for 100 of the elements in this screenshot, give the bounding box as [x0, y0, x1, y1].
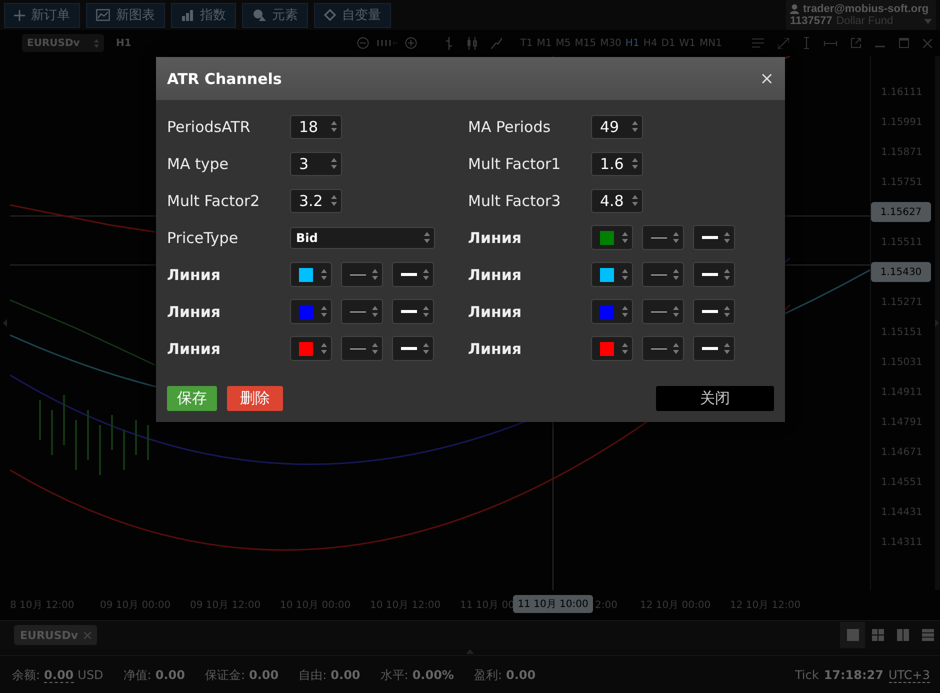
spinner-icon[interactable]	[331, 121, 337, 132]
spinner-icon[interactable]	[724, 269, 730, 280]
timeframe-button[interactable]: H1	[623, 38, 642, 48]
param-label: Линия	[468, 340, 522, 358]
spinner-icon[interactable]	[673, 343, 679, 354]
param-label: Линия	[468, 302, 522, 320]
color-picker[interactable]	[290, 262, 332, 287]
dialog-title: ATR Channels	[167, 70, 282, 88]
timeframe-button[interactable]: H4	[641, 38, 660, 48]
save-button[interactable]: 保存	[167, 386, 217, 411]
line-width-picker[interactable]	[392, 336, 434, 361]
timeframe-button[interactable]: D1	[659, 38, 678, 48]
spinner-icon[interactable]	[622, 269, 628, 280]
delete-button[interactable]: 删除	[227, 386, 283, 411]
spinner-icon[interactable]	[423, 306, 429, 317]
toolbar-button[interactable]: 自变量	[314, 2, 391, 28]
layout-button[interactable]	[840, 622, 865, 648]
bar-chart-icon	[181, 10, 194, 20]
status-label: 自由:	[298, 666, 327, 684]
select-field[interactable]: Bid	[290, 226, 435, 248]
spinner-icon[interactable]	[321, 343, 327, 354]
symbol-select[interactable]: EURUSDv	[22, 34, 104, 52]
timeframe-button[interactable]: M15	[572, 38, 598, 48]
spinner-icon[interactable]	[673, 306, 679, 317]
spinner-icon[interactable]	[321, 306, 327, 317]
spinner-icon[interactable]	[632, 195, 638, 206]
color-picker[interactable]	[290, 299, 332, 324]
toolbar-button[interactable]: 元素	[242, 2, 308, 28]
param-label: Mult Factor1	[468, 154, 562, 172]
number-field[interactable]: 3.2	[290, 188, 342, 212]
spinner-icon[interactable]	[372, 343, 378, 354]
line-style-picker[interactable]	[341, 262, 383, 287]
spinner-icon[interactable]	[673, 269, 679, 280]
close-button[interactable]: ×	[760, 68, 774, 88]
timeframe-button[interactable]: M1	[534, 38, 554, 48]
number-field[interactable]: 18	[290, 114, 342, 138]
line-width-picker[interactable]	[693, 262, 735, 287]
number-field[interactable]: 1.6	[591, 152, 643, 176]
spinner-icon[interactable]	[622, 232, 628, 243]
color-picker[interactable]	[591, 299, 633, 324]
period-label: H1	[116, 38, 132, 48]
timeframe-button[interactable]: M30	[598, 38, 624, 48]
spinner-icon[interactable]	[423, 343, 429, 354]
layout-icon	[846, 629, 858, 641]
color-picker[interactable]	[591, 262, 633, 287]
line-style-picker[interactable]	[642, 225, 684, 250]
spinner-icon[interactable]	[724, 343, 730, 354]
timezone-link[interactable]: UTC+3	[888, 668, 930, 682]
layout-icon	[896, 629, 908, 641]
line-width-picker[interactable]	[693, 336, 735, 361]
toolbar-button[interactable]: 指数	[171, 2, 236, 28]
param-label: MA type	[167, 154, 230, 172]
spinner-icon[interactable]	[724, 306, 730, 317]
spinner-icon[interactable]	[632, 121, 638, 132]
thin-line-icon	[651, 348, 667, 350]
spinner-icon[interactable]	[622, 343, 628, 354]
status-value: 0.00	[155, 668, 185, 682]
number-field[interactable]: 3	[290, 152, 342, 176]
param-label: PeriodsATR	[167, 118, 252, 136]
spinner-icon[interactable]	[372, 269, 378, 280]
color-picker[interactable]	[591, 225, 633, 250]
timeframe-button[interactable]: M5	[554, 38, 573, 48]
spinner-icon[interactable]	[622, 306, 628, 317]
status-label: 盈利:	[474, 666, 502, 684]
line-width-picker[interactable]	[392, 299, 434, 324]
price-tag: 1.15430	[871, 262, 931, 282]
toolbar-button[interactable]: 新订单	[4, 2, 80, 28]
spinner-icon[interactable]	[423, 269, 429, 280]
line-style-picker[interactable]	[642, 262, 684, 287]
spinner-icon[interactable]	[632, 158, 638, 169]
spinner-icon[interactable]	[372, 306, 378, 317]
status-value: 0.00	[249, 668, 279, 682]
line-width-picker[interactable]	[392, 262, 434, 287]
line-width-picker[interactable]	[693, 299, 735, 324]
spinner-icon[interactable]	[331, 195, 337, 206]
user-icon	[790, 4, 799, 14]
spinner-icon[interactable]	[724, 232, 730, 243]
timeframe-button[interactable]: MN1	[698, 38, 724, 48]
line-style-picker[interactable]	[642, 336, 684, 361]
spinner-icon[interactable]	[673, 232, 679, 243]
thin-line-icon	[350, 274, 366, 276]
timeframe-button[interactable]: T1	[518, 38, 535, 48]
color-picker[interactable]	[290, 336, 332, 361]
close-button[interactable]: 关闭	[656, 386, 774, 411]
line-style-picker[interactable]	[642, 299, 684, 324]
tick-label: Tick	[794, 668, 819, 682]
status-unit: USD	[78, 668, 104, 682]
line-style-picker[interactable]	[341, 336, 383, 361]
param-label: Mult Factor3	[468, 192, 562, 210]
timeframe-button[interactable]: W1	[677, 38, 698, 48]
line-width-picker[interactable]	[693, 225, 735, 250]
param-label: Линия	[468, 228, 522, 246]
spinner-icon[interactable]	[331, 158, 337, 169]
toolbar-button[interactable]: 新图表	[86, 2, 165, 28]
number-field[interactable]: 4.8	[591, 188, 643, 212]
spinner-icon[interactable]	[321, 269, 327, 280]
line-style-picker[interactable]	[341, 299, 383, 324]
number-field[interactable]: 49	[591, 114, 643, 138]
spinner-icon[interactable]	[424, 232, 430, 243]
color-picker[interactable]	[591, 336, 633, 361]
